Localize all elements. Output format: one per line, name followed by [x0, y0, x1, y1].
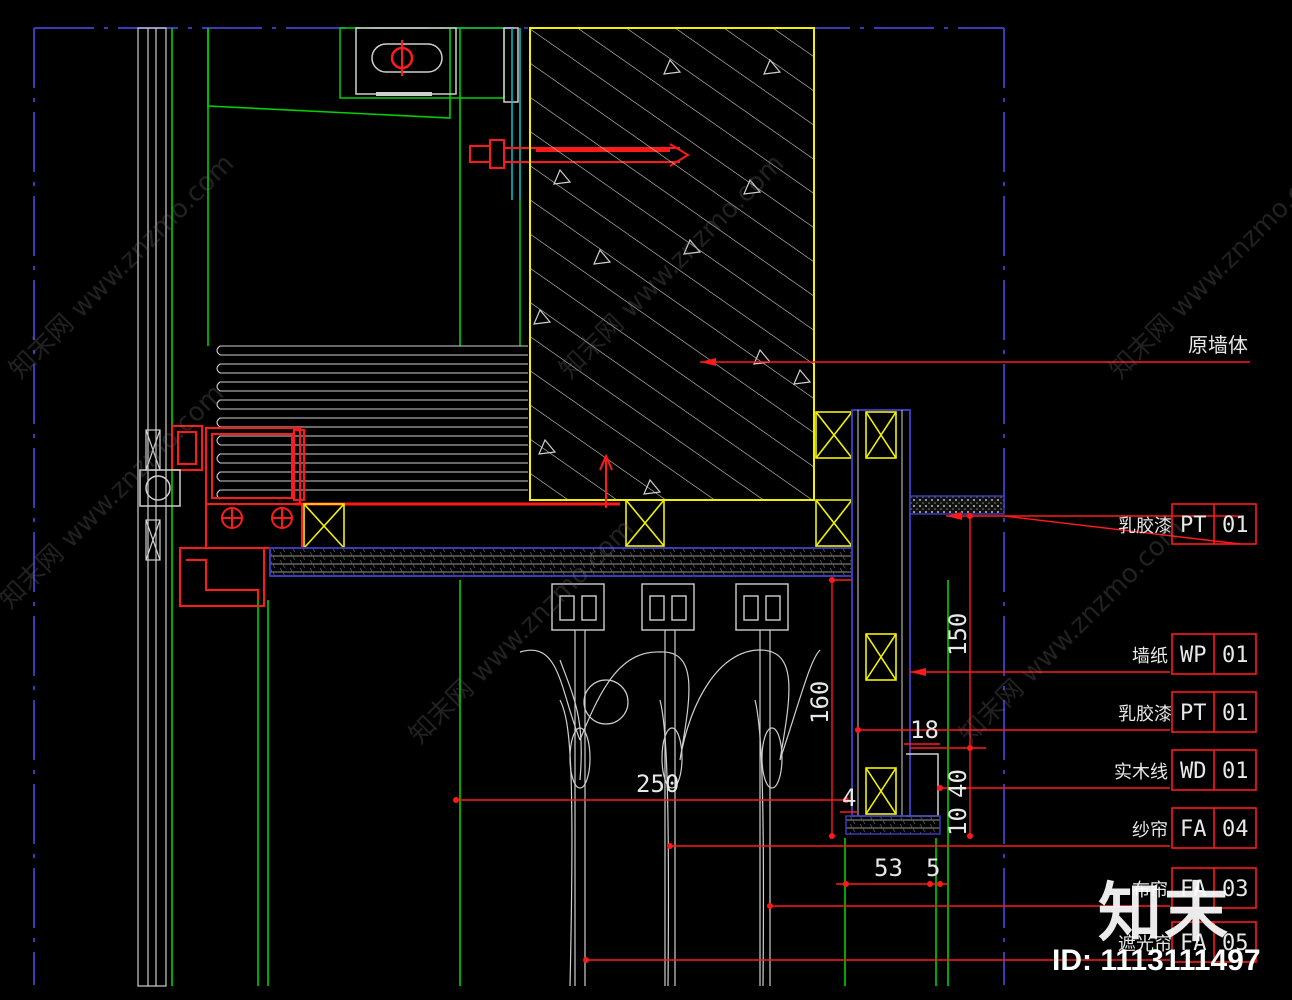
- watermark-text: 知末网 www.znzmo.com: [4, 149, 240, 385]
- curtain-fold-path: [216, 345, 528, 500]
- dim-160: 160: [806, 681, 834, 724]
- image-id-label: ID: 1113111497: [1052, 944, 1261, 977]
- callout-name: 乳胶漆: [1118, 704, 1172, 725]
- dim-4: 4: [842, 784, 856, 812]
- hanging-curtains: [519, 630, 821, 987]
- curtain-tracks: [551, 583, 789, 631]
- callout-code: PT: [1180, 701, 1207, 726]
- callout-num: 01: [1222, 513, 1249, 538]
- curtain-folds: [216, 345, 528, 500]
- callout-num: 01: [1222, 701, 1249, 726]
- wall-label: 原墙体: [1188, 333, 1248, 357]
- dim-18: 18: [910, 716, 939, 744]
- callout-num: 01: [1222, 643, 1249, 668]
- dim-53: 53: [874, 854, 903, 882]
- dim-5: 5: [926, 854, 940, 882]
- callout-name: 纱帘: [1132, 820, 1168, 841]
- dim-150: 150: [944, 613, 972, 656]
- brand-logo: 知末: [1098, 877, 1230, 951]
- callout-code: WD: [1180, 759, 1207, 784]
- callout-name: 墙纸: [1132, 646, 1168, 667]
- callout-num: 01: [1222, 759, 1249, 784]
- cad-section-drawing: 250 160 150 18 4 40 10 53 5 原墙体 乳胶漆 PT 0…: [0, 27, 1292, 987]
- timber-trim: [845, 753, 941, 835]
- callout-code: FA: [1180, 817, 1207, 842]
- callout-code: WP: [1180, 643, 1207, 668]
- callout-num: 04: [1222, 817, 1249, 842]
- window-mullion: [137, 27, 167, 987]
- dim-10: 10: [944, 807, 972, 836]
- dim-250: 250: [636, 770, 679, 798]
- dim-40: 40: [944, 769, 972, 798]
- callout-name: 实木线: [1114, 762, 1168, 783]
